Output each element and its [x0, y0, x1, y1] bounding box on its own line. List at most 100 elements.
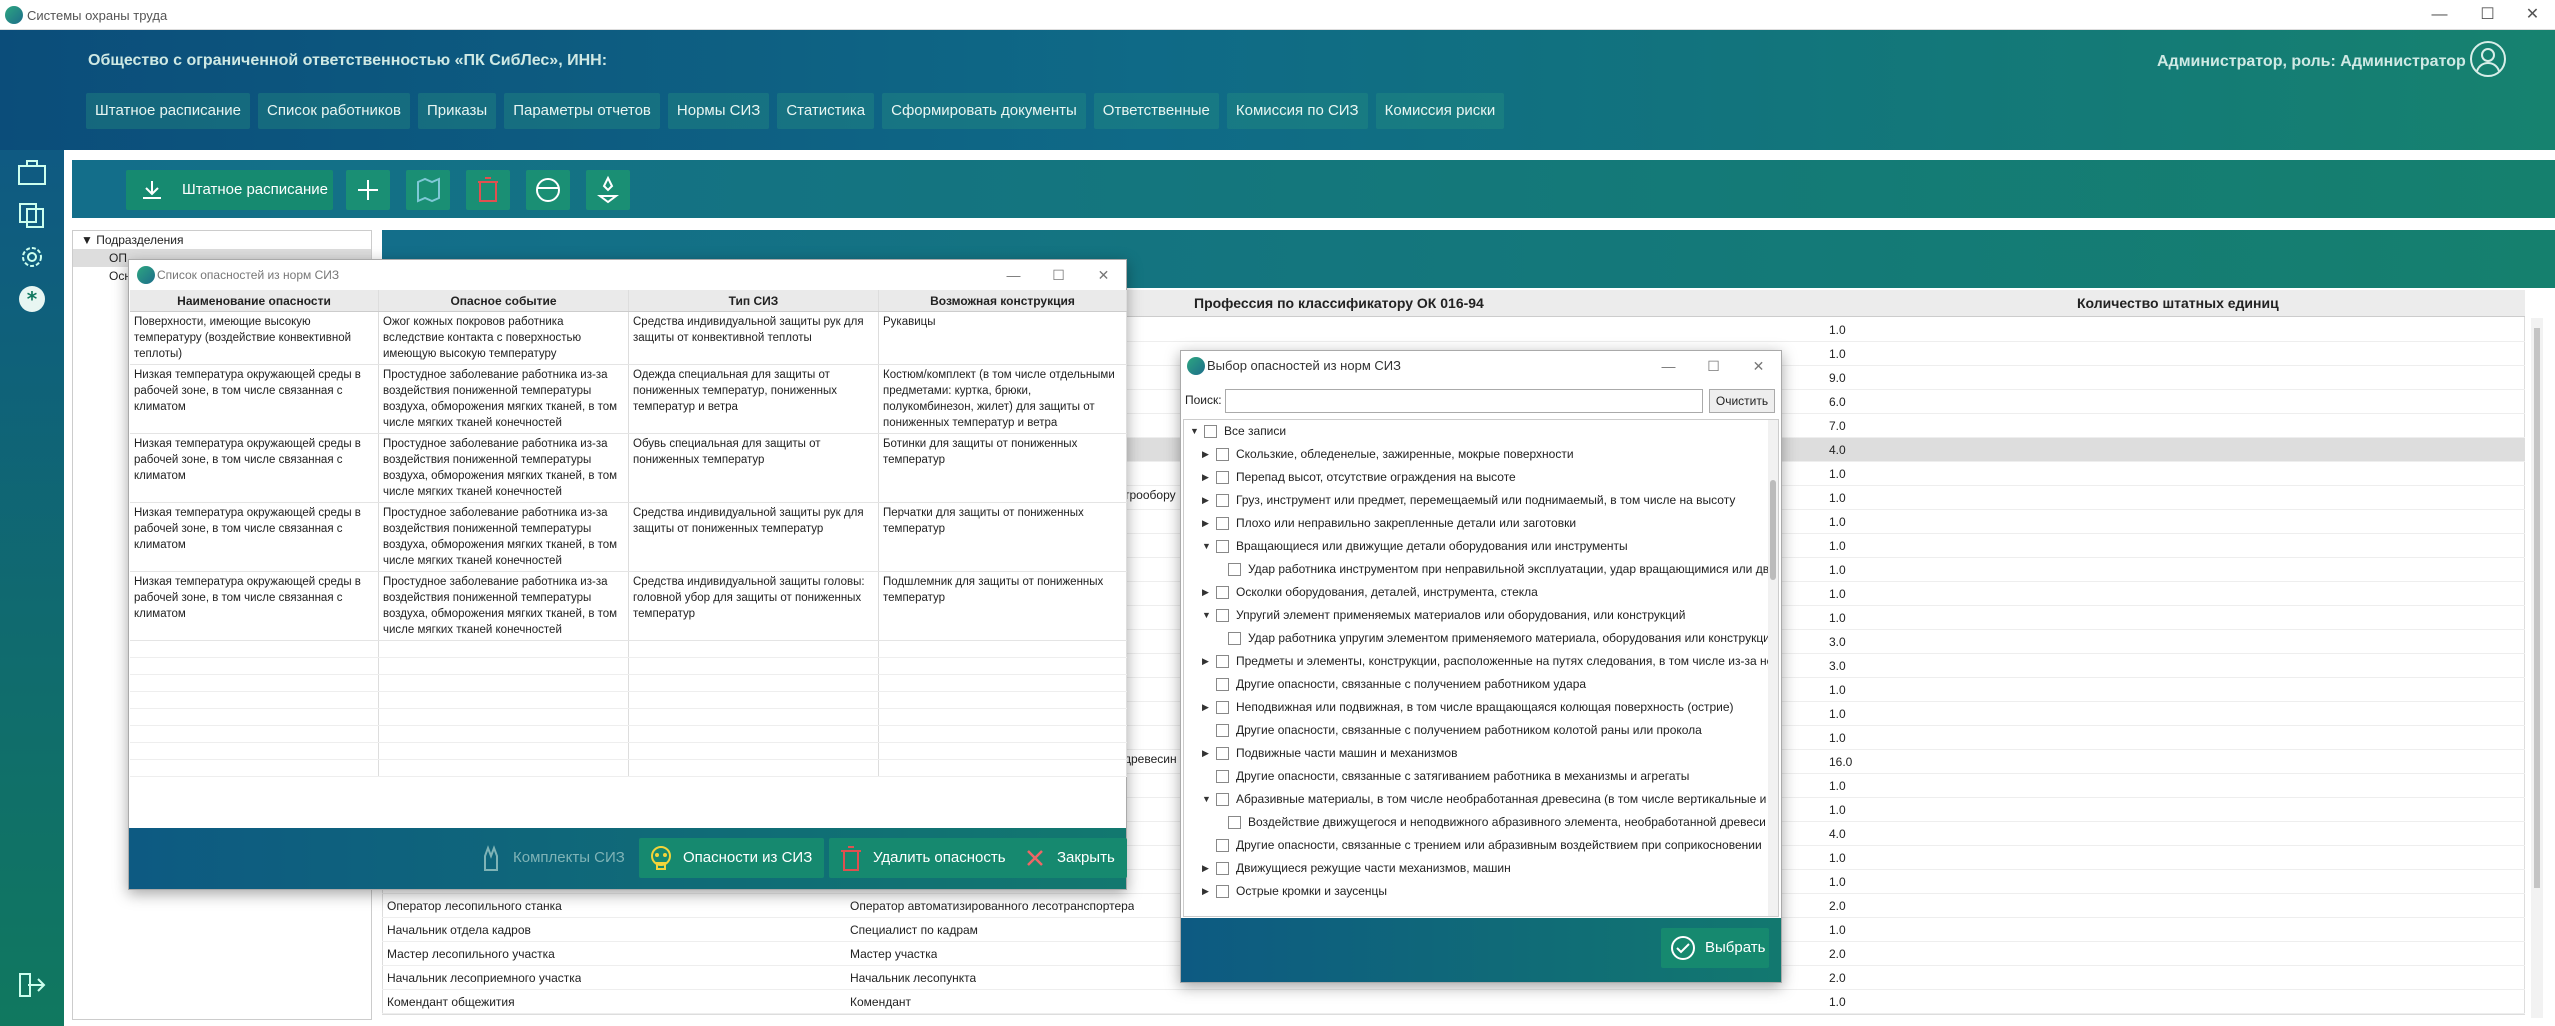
- minimize-button[interactable]: —: [991, 260, 1036, 290]
- col-hazard-name[interactable]: Наименование опасности: [130, 290, 379, 311]
- maximize-button[interactable]: ☐: [1036, 260, 1081, 290]
- checkbox[interactable]: [1216, 839, 1229, 852]
- expand-arrow-icon[interactable]: ▶: [1202, 857, 1212, 880]
- expand-arrow-icon[interactable]: ▶: [1202, 581, 1212, 604]
- tab-responsible[interactable]: Ответственные: [1093, 93, 1219, 129]
- close-button[interactable]: ✕: [2510, 0, 2555, 30]
- checkbox[interactable]: [1216, 678, 1229, 691]
- grid-row[interactable]: Низкая температура окружающей среды в ра…: [130, 365, 1127, 434]
- col-siz-type[interactable]: Тип СИЗ: [629, 290, 879, 311]
- expand-arrow-icon[interactable]: ▶: [1202, 880, 1212, 903]
- tree-node[interactable]: ▶ Движущиеся режущие части механизмов, ма…: [1184, 857, 1778, 880]
- checkbox[interactable]: [1216, 770, 1229, 783]
- hazard-icon[interactable]: [586, 170, 630, 210]
- clear-button[interactable]: Очистить: [1709, 389, 1775, 413]
- collapse-arrow-icon[interactable]: ▼: [1202, 788, 1212, 811]
- tab-siz-norms[interactable]: Нормы СИЗ: [667, 93, 770, 129]
- table-row[interactable]: Комендант общежития Комендант 1.0: [382, 990, 2525, 1014]
- tree-node[interactable]: Другие опасности, связанные с получением…: [1184, 719, 1778, 742]
- logout-icon[interactable]: [16, 970, 48, 1000]
- tab-risk-commission[interactable]: Комиссия риски: [1375, 93, 1505, 129]
- checkbox[interactable]: [1216, 701, 1229, 714]
- checkbox[interactable]: [1216, 793, 1229, 806]
- expand-arrow-icon[interactable]: ▶: [1202, 742, 1212, 765]
- tree-node[interactable]: ▶ Острые кромки и заусенцы: [1184, 880, 1778, 903]
- tab-workers[interactable]: Список работников: [258, 93, 410, 129]
- close-button[interactable]: ✕: [1081, 260, 1126, 290]
- checkbox[interactable]: [1228, 632, 1241, 645]
- copy-icon[interactable]: [16, 200, 48, 230]
- checkbox[interactable]: [1228, 816, 1241, 829]
- minimize-button[interactable]: —: [2417, 0, 2462, 30]
- expand-arrow-icon[interactable]: ▶: [1202, 489, 1212, 512]
- expand-arrow-icon[interactable]: ▶: [1202, 443, 1212, 466]
- grid-row[interactable]: Низкая температура окружающей среды в ра…: [130, 572, 1127, 641]
- checkbox[interactable]: [1216, 862, 1229, 875]
- maximize-button[interactable]: ☐: [2465, 0, 2510, 30]
- tree-node[interactable]: ▼ Вращающиеся или движущие детали оборудо…: [1184, 535, 1778, 558]
- checkbox[interactable]: [1216, 609, 1229, 622]
- gear-icon[interactable]: [16, 242, 48, 272]
- asterisk-icon[interactable]: *: [16, 284, 48, 314]
- tree-root[interactable]: ▼ Подразделения: [73, 231, 371, 249]
- tree-root[interactable]: ▼ Все записи: [1184, 420, 1778, 443]
- expand-arrow-icon[interactable]: ▶: [1202, 650, 1212, 673]
- briefcase-icon[interactable]: [16, 158, 48, 188]
- worker-helmet-icon[interactable]: [526, 170, 570, 210]
- tree-node[interactable]: ▶ Скользкие, обледенелые, зажиренные, мок…: [1184, 443, 1778, 466]
- tree-scrollbar[interactable]: [1768, 420, 1778, 916]
- checkbox[interactable]: [1216, 655, 1229, 668]
- delete-hazard-button[interactable]: Удалить опасность: [829, 838, 1018, 878]
- tree-node[interactable]: Удар работника инструментом при неправил…: [1184, 558, 1778, 581]
- tree-node[interactable]: Другие опасности, связанные с получением…: [1184, 673, 1778, 696]
- maximize-button[interactable]: ☐: [1691, 351, 1736, 381]
- tree-node[interactable]: ▼ Упругий элемент применяемых материалов …: [1184, 604, 1778, 627]
- expand-arrow-icon[interactable]: ▶: [1202, 512, 1212, 535]
- collapse-arrow-icon[interactable]: ▼: [1202, 535, 1212, 558]
- kits-button[interactable]: Комплекты СИЗ: [469, 838, 637, 878]
- col-event[interactable]: Опасное событие: [379, 290, 629, 311]
- search-input[interactable]: [1225, 389, 1703, 413]
- col-construction[interactable]: Возможная конструкция: [879, 290, 1127, 311]
- map-icon[interactable]: [406, 170, 450, 210]
- tree-node[interactable]: ▶ Предметы и элементы, конструкции, распо…: [1184, 650, 1778, 673]
- grid-row[interactable]: Низкая температура окружающей среды в ра…: [130, 434, 1127, 503]
- checkbox[interactable]: [1216, 540, 1229, 553]
- tab-statistics[interactable]: Статистика: [777, 93, 875, 129]
- tab-orders[interactable]: Приказы: [417, 93, 497, 129]
- checkbox[interactable]: [1204, 425, 1217, 438]
- tab-report-params[interactable]: Параметры отчетов: [504, 93, 660, 129]
- collapse-arrow-icon[interactable]: ▼: [1202, 604, 1212, 627]
- tree-node[interactable]: ▶ Груз, инструмент или предмет, перемещае…: [1184, 489, 1778, 512]
- checkbox[interactable]: [1216, 517, 1229, 530]
- checkbox[interactable]: [1216, 724, 1229, 737]
- tree-node[interactable]: ▶ Осколки оборудования, деталей, инструме…: [1184, 581, 1778, 604]
- tree-node[interactable]: Удар работника упругим элементом применя…: [1184, 627, 1778, 650]
- select-button[interactable]: Выбрать: [1661, 928, 1769, 968]
- tab-shtat[interactable]: Штатное расписание: [86, 93, 251, 129]
- checkbox[interactable]: [1228, 563, 1241, 576]
- tree-node[interactable]: ▶ Перепад высот, отсутствие ограждения на…: [1184, 466, 1778, 489]
- tree-node[interactable]: ▶ Подвижные части машин и механизмов: [1184, 742, 1778, 765]
- user-avatar-icon[interactable]: [2470, 41, 2506, 77]
- tree-node[interactable]: Другие опасности, связанные с затягивани…: [1184, 765, 1778, 788]
- checkbox[interactable]: [1216, 448, 1229, 461]
- checkbox[interactable]: [1216, 586, 1229, 599]
- checkbox[interactable]: [1216, 494, 1229, 507]
- hazards-from-siz-button[interactable]: Опасности из СИЗ: [639, 838, 825, 878]
- table-scrollbar[interactable]: [2531, 318, 2543, 1018]
- tree-node[interactable]: ▶ Неподвижная или подвижная, в том числе …: [1184, 696, 1778, 719]
- delete-icon[interactable]: [466, 170, 510, 210]
- tree-node[interactable]: Воздействие движущегося и неподвижного а…: [1184, 811, 1778, 834]
- expand-arrow-icon[interactable]: ▶: [1202, 696, 1212, 719]
- grid-row[interactable]: Поверхности, имеющие высокую температуру…: [130, 312, 1127, 365]
- expand-arrow-icon[interactable]: ▶: [1202, 466, 1212, 489]
- minimize-button[interactable]: —: [1646, 351, 1691, 381]
- collapse-arrow-icon[interactable]: ▼: [81, 233, 96, 247]
- collapse-arrow-icon[interactable]: ▼: [1190, 420, 1200, 443]
- shtat-download-button[interactable]: Штатное расписание: [126, 170, 333, 210]
- checkbox[interactable]: [1216, 747, 1229, 760]
- add-icon[interactable]: [346, 170, 390, 210]
- tree-node[interactable]: ▼ Абразивные материалы, в том числе необр…: [1184, 788, 1778, 811]
- checkbox[interactable]: [1216, 885, 1229, 898]
